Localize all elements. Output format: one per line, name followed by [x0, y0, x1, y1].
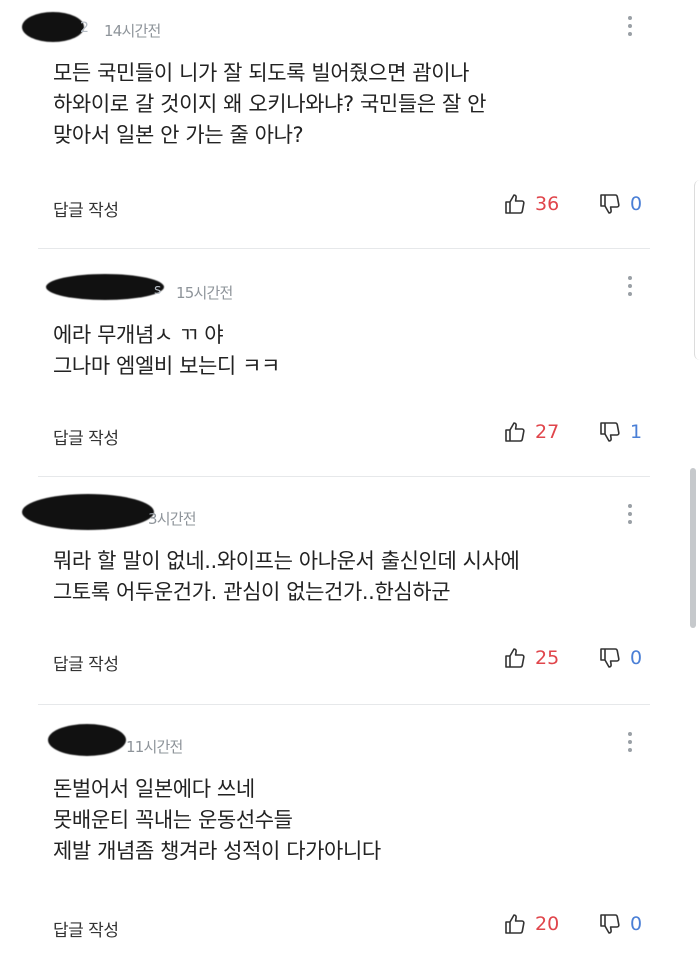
more-options-button[interactable]	[618, 500, 642, 528]
reply-button[interactable]: 답글 작성	[53, 424, 119, 449]
dislike-button[interactable]: 0	[598, 912, 642, 936]
redacted-avatar-name	[22, 12, 84, 42]
comment-actions: 답글 작성 36 0	[0, 192, 700, 224]
dislike-button[interactable]: 0	[598, 646, 642, 670]
author-name-fragment: s	[154, 282, 161, 298]
comment-actions: 답글 작성 27 1	[0, 420, 700, 452]
comment-header: 3시간전	[0, 494, 700, 534]
comment-text: 모든 국민들이 니가 잘 되도록 빌어줬으면 괌이나 하와이로 갈 것이지 왜 …	[53, 61, 487, 147]
more-options-button[interactable]	[618, 12, 642, 40]
author-name-fragment: 2	[80, 20, 89, 36]
comment-text: 돈벌어서 일본에다 쓰네 못배운티 꼭내는 운동선수들 제발 개념좀 챙겨라 성…	[53, 777, 381, 863]
dislike-count: 1	[630, 421, 643, 443]
more-vertical-icon	[628, 276, 632, 280]
dislike-count: 0	[630, 913, 643, 935]
like-count: 36	[535, 193, 560, 215]
reply-button[interactable]: 답글 작성	[53, 196, 119, 221]
thumbs-down-icon	[600, 194, 620, 214]
thumbs-down-icon	[600, 422, 620, 442]
timestamp: 3시간전	[148, 510, 197, 528]
screen-edge-handle	[694, 180, 700, 360]
scrollbar-thumb[interactable]	[690, 468, 696, 628]
comment-actions: 답글 작성 25 0	[0, 646, 700, 678]
like-count: 20	[535, 913, 560, 935]
redacted-avatar-name	[46, 274, 164, 300]
comment-header: 11시간전	[0, 722, 700, 762]
like-count: 25	[535, 647, 560, 669]
more-options-button[interactable]	[618, 272, 642, 300]
more-vertical-icon	[628, 732, 632, 736]
timestamp: 11시간전	[126, 738, 183, 756]
comment-actions: 답글 작성 20 0	[0, 912, 700, 944]
dislike-button[interactable]: 1	[598, 420, 642, 444]
timestamp: 15시간전	[176, 284, 233, 302]
like-button[interactable]: 36	[503, 192, 559, 216]
thumbs-up-icon	[505, 914, 525, 934]
dislike-button[interactable]: 0	[598, 192, 642, 216]
divider	[38, 704, 650, 705]
more-vertical-icon	[628, 16, 632, 20]
redacted-avatar-name	[48, 724, 126, 756]
more-vertical-icon	[628, 504, 632, 508]
divider	[38, 248, 650, 249]
like-button[interactable]: 25	[503, 646, 559, 670]
timestamp: 14시간전	[104, 22, 161, 40]
dislike-count: 0	[630, 647, 643, 669]
more-options-button[interactable]	[618, 728, 642, 756]
like-count: 27	[535, 421, 560, 443]
reply-button[interactable]: 답글 작성	[53, 916, 119, 941]
like-button[interactable]: 20	[503, 912, 559, 936]
dislike-count: 0	[630, 193, 643, 215]
thumbs-down-icon	[600, 648, 620, 668]
comment-text: 에라 무개념ㅅ ㄲ 야 그나마 엠엘비 보는디 ㅋㅋ	[53, 323, 280, 378]
thumbs-down-icon	[600, 914, 620, 934]
thumbs-up-icon	[505, 422, 525, 442]
comment-list-page: 2 14시간전 모든 국민들이 니가 잘 되도록 빌어줬으면 괌이나 하와이로 …	[0, 0, 700, 968]
divider	[38, 476, 650, 477]
thumbs-up-icon	[505, 194, 525, 214]
reply-button[interactable]: 답글 작성	[53, 650, 119, 675]
redacted-avatar-name	[22, 494, 154, 530]
comment-text: 뭐라 할 말이 없네..와이프는 아나운서 출신인데 시사에 그토록 어두운건가…	[53, 549, 520, 604]
comment-header: s 15시간전	[0, 268, 700, 308]
thumbs-up-icon	[505, 648, 525, 668]
comment-header: 2 14시간전	[0, 6, 700, 46]
like-button[interactable]: 27	[503, 420, 559, 444]
